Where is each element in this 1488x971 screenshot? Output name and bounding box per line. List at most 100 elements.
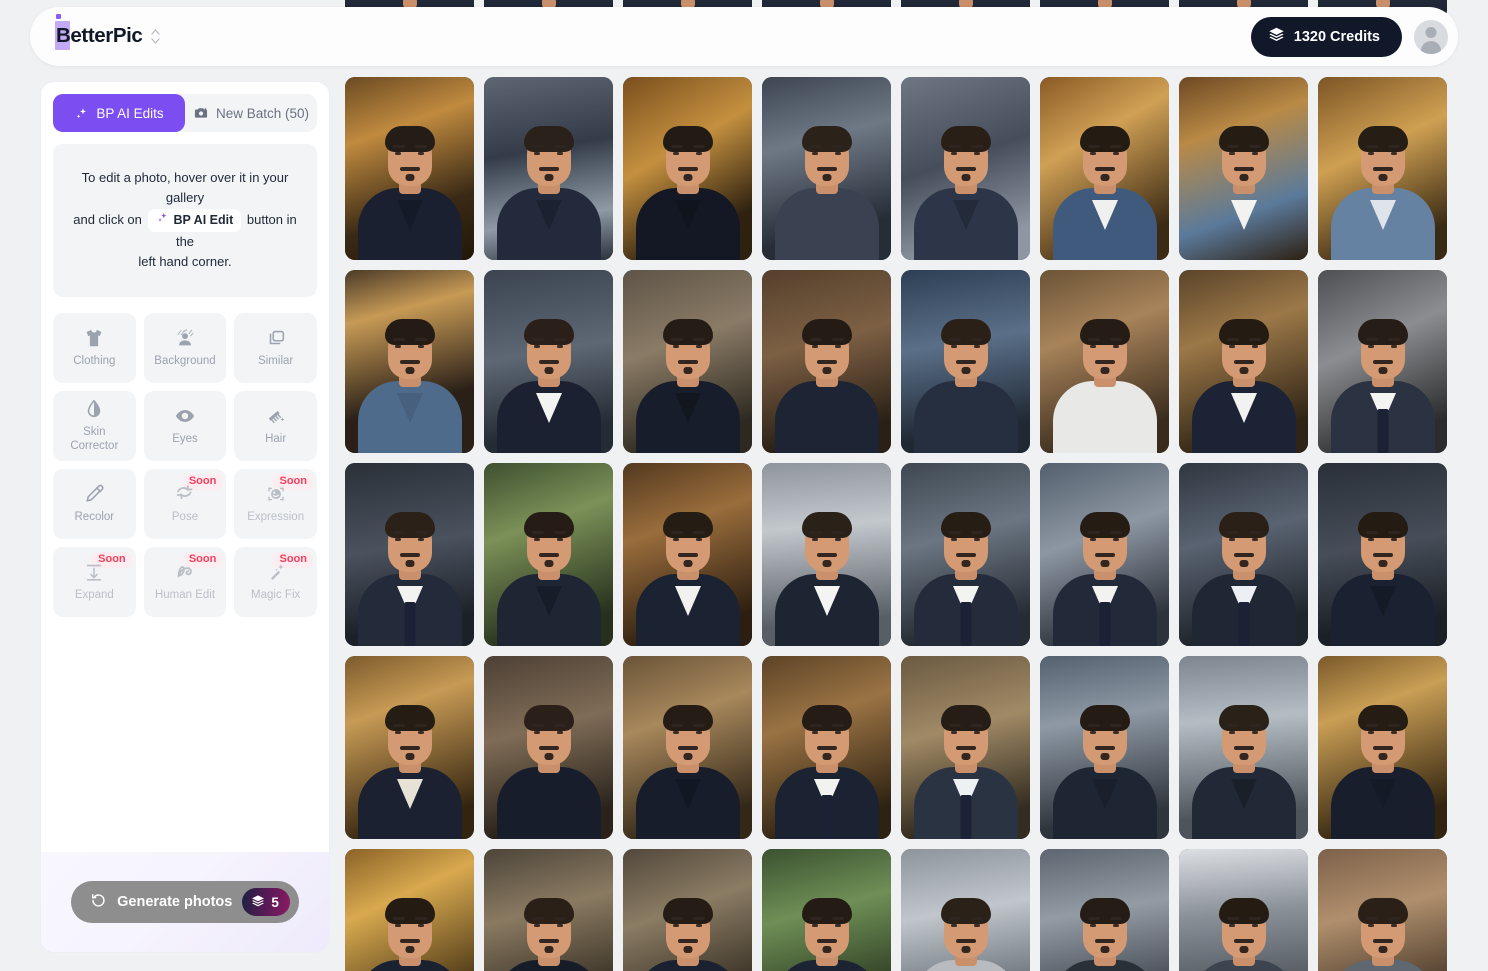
tool-expression[interactable]: Soon Expression xyxy=(234,468,317,539)
gallery-photo[interactable] xyxy=(1179,270,1308,453)
gallery-photo[interactable] xyxy=(1040,77,1169,260)
gallery-photo[interactable] xyxy=(345,849,474,971)
tool-eyes[interactable]: Eyes xyxy=(143,390,227,461)
gallery-photo[interactable] xyxy=(1318,849,1447,971)
gallery-photo[interactable] xyxy=(901,656,1030,839)
photo-subject xyxy=(1052,126,1157,260)
tab-bp-ai-edits-label: BP AI Edits xyxy=(96,105,164,121)
gallery-photo[interactable] xyxy=(1318,463,1447,646)
gallery-photo[interactable] xyxy=(762,463,891,646)
layers-icon xyxy=(1268,26,1285,47)
gallery-photo[interactable] xyxy=(623,849,752,971)
editor-sidebar: BP AI Edits New Batch (50) To edit a pho… xyxy=(40,81,330,953)
gallery-photo[interactable] xyxy=(345,270,474,453)
header-actions: 1320 Credits xyxy=(1250,16,1448,57)
gallery-photo[interactable] xyxy=(623,463,752,646)
tool-background[interactable]: Background xyxy=(143,312,227,383)
gallery-photo[interactable] xyxy=(484,77,613,260)
gallery-photo[interactable] xyxy=(901,463,1030,646)
comb-icon xyxy=(265,404,287,428)
photo-subject xyxy=(774,512,879,646)
gallery-photo[interactable] xyxy=(1040,656,1169,839)
tool-label: Background xyxy=(154,355,216,368)
rotate-icon xyxy=(173,482,197,506)
app-header: BetterPic 1320 Credits xyxy=(30,7,1458,66)
copy-icon xyxy=(265,326,287,350)
gallery-photo[interactable] xyxy=(901,849,1030,971)
photo-subject xyxy=(1191,319,1296,453)
bp-ai-edit-chip-label: BP AI Edit xyxy=(173,212,234,227)
gallery-photo[interactable] xyxy=(484,463,613,646)
squiggle-icon xyxy=(173,560,197,584)
tool-pose[interactable]: Soon Pose xyxy=(143,468,227,539)
tool-label: Pose xyxy=(171,511,199,524)
gallery-photo[interactable] xyxy=(484,270,613,453)
tool-recolor[interactable]: Recolor xyxy=(53,468,136,539)
gallery-photo[interactable] xyxy=(1318,77,1447,260)
photo-subject xyxy=(635,512,740,646)
gallery-photo[interactable] xyxy=(1040,849,1169,971)
gallery-photo[interactable] xyxy=(345,656,474,839)
generate-photos-button[interactable]: Generate photos 5 xyxy=(71,881,299,923)
app-root: BetterPic 1320 Credits BP AI Edits New B… xyxy=(0,0,1488,971)
tool-skin-corrector[interactable]: Skin Corrector xyxy=(53,390,136,461)
brand-logo[interactable]: BetterPic xyxy=(55,14,161,51)
gallery-photo[interactable] xyxy=(345,463,474,646)
tab-new-batch[interactable]: New Batch (50) xyxy=(185,94,317,132)
photo-subject xyxy=(1052,705,1157,839)
gallery-photo[interactable] xyxy=(1179,849,1308,971)
gallery-photo[interactable] xyxy=(762,849,891,971)
gallery-photo[interactable] xyxy=(1179,463,1308,646)
tool-clothing[interactable]: Clothing xyxy=(53,312,136,383)
tool-similar[interactable]: Similar xyxy=(234,312,317,383)
tool-human-edit[interactable]: Soon Human Edit xyxy=(143,546,227,617)
gallery-photo[interactable] xyxy=(623,656,752,839)
person-scene-icon xyxy=(174,326,196,350)
gallery-photo[interactable] xyxy=(1318,270,1447,453)
credits-label: 1320 Credits xyxy=(1293,28,1380,45)
photo-subject xyxy=(913,126,1018,260)
gallery-photo[interactable] xyxy=(484,656,613,839)
tool-magic-fix[interactable]: Soon Magic Fix xyxy=(234,546,317,617)
gallery-photo[interactable] xyxy=(762,270,891,453)
instructions-line-3: left hand corner. xyxy=(138,254,232,270)
tool-hair[interactable]: Hair xyxy=(234,390,317,461)
gallery-photo[interactable] xyxy=(901,270,1030,453)
brand-rest: etterPic xyxy=(70,24,143,48)
photo-subject xyxy=(913,319,1018,453)
gallery-photo[interactable] xyxy=(762,656,891,839)
user-avatar[interactable] xyxy=(1414,19,1448,54)
photo-subject xyxy=(1052,898,1157,971)
photo-subject xyxy=(357,126,462,260)
tool-expand[interactable]: Soon Expand xyxy=(53,546,136,617)
gallery-photo[interactable] xyxy=(1040,270,1169,453)
gallery-photo[interactable] xyxy=(1318,656,1447,839)
credits-button[interactable]: 1320 Credits xyxy=(1250,16,1402,57)
photo-subject xyxy=(1330,705,1435,839)
brand-initial: B xyxy=(55,21,71,51)
camera-icon xyxy=(193,105,209,121)
gallery-photo[interactable] xyxy=(1179,77,1308,260)
gallery-photo[interactable] xyxy=(484,849,613,971)
photo-subject xyxy=(496,898,601,971)
photo-subject xyxy=(635,319,740,453)
tool-label: Skin Corrector xyxy=(70,426,119,453)
tab-bp-ai-edits[interactable]: BP AI Edits xyxy=(53,94,185,132)
gallery-photo[interactable] xyxy=(623,270,752,453)
gallery-photo[interactable] xyxy=(1179,656,1308,839)
chevron-up-down-icon[interactable] xyxy=(151,29,161,44)
photo-subject xyxy=(1191,898,1296,971)
tshirt-icon xyxy=(83,326,105,350)
photo-subject xyxy=(1192,126,1296,260)
photo-gallery-grid xyxy=(345,77,1450,971)
brand-name: BetterPic xyxy=(55,14,143,51)
gallery-photo[interactable] xyxy=(1040,463,1169,646)
gallery-photo[interactable] xyxy=(345,77,474,260)
gallery-photo[interactable] xyxy=(762,77,891,260)
photo-subject xyxy=(913,898,1018,971)
tool-label: Similar xyxy=(258,355,294,368)
photo-subject xyxy=(774,705,879,839)
gallery-photo[interactable] xyxy=(623,77,752,260)
gallery-photo[interactable] xyxy=(901,77,1030,260)
eyedropper-icon xyxy=(83,482,105,506)
